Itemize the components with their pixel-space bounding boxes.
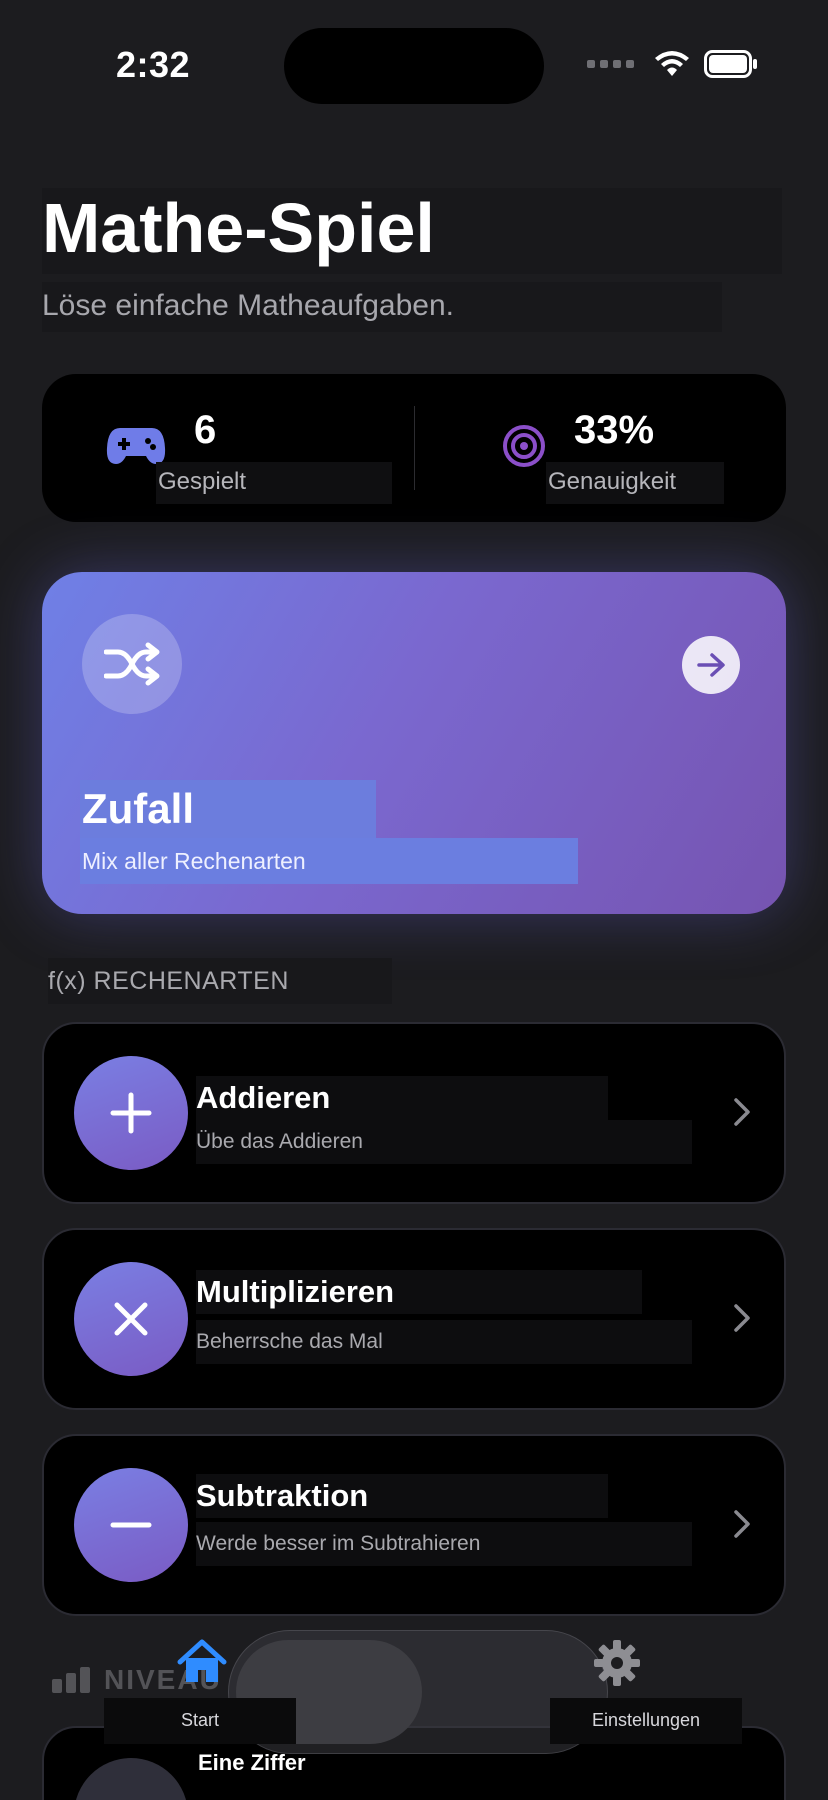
accuracy-value: 33%: [574, 408, 655, 452]
plus-icon: [110, 1092, 152, 1134]
operation-row-addition[interactable]: Addieren Übe das Addieren: [42, 1022, 786, 1204]
operation-title: Addieren: [196, 1076, 608, 1120]
chevron-right-icon: [734, 1510, 750, 1538]
operation-row-subtraction[interactable]: Subtraktion Werde besser im Subtrahieren: [42, 1434, 786, 1616]
operation-subtitle: Werde besser im Subtrahieren: [196, 1522, 692, 1566]
section-header-operations: f(x) RECHENARTEN: [48, 958, 392, 1004]
random-subtitle: Mix aller Rechenarten: [80, 838, 578, 884]
tab-start[interactable]: Start: [104, 1698, 296, 1744]
operation-title: Multiplizieren: [196, 1270, 642, 1314]
dynamic-island: [284, 28, 544, 104]
tab-settings[interactable]: Einstellungen: [550, 1698, 742, 1744]
gear-icon[interactable]: [592, 1638, 642, 1688]
accuracy-label: Genauigkeit: [546, 462, 724, 504]
random-mode-card[interactable]: Zufall Mix aller Rechenarten: [42, 572, 786, 914]
cellular-signal-icon: [587, 60, 634, 68]
minus-icon: [110, 1522, 152, 1528]
operation-badge: [74, 1468, 188, 1582]
shuffle-badge: [82, 614, 182, 714]
arrow-right-icon: [697, 653, 725, 677]
home-icon[interactable]: [176, 1638, 228, 1686]
chevron-right-icon: [734, 1098, 750, 1126]
status-icons: [587, 50, 758, 78]
target-icon: [503, 425, 545, 467]
operation-title: Subtraktion: [196, 1474, 608, 1518]
battery-icon: [704, 50, 757, 78]
stats-divider: [414, 406, 415, 490]
multiply-icon: [114, 1302, 148, 1336]
level-badge: [74, 1758, 188, 1800]
shuffle-icon: [104, 642, 160, 686]
gamepad-icon: [106, 428, 166, 464]
chevron-right-icon: [734, 1304, 750, 1332]
played-value: 6: [194, 408, 217, 452]
operation-badge: [74, 1056, 188, 1170]
status-time: 2:32: [116, 44, 191, 85]
random-title: Zufall: [80, 780, 376, 838]
played-label: Gespielt: [156, 462, 392, 504]
operation-subtitle: Übe das Addieren: [196, 1120, 692, 1164]
operation-row-multiplication[interactable]: Multiplizieren Beherrsche das Mal: [42, 1228, 786, 1410]
stats-card: 6 Gespielt 33% Genauigkeit: [42, 374, 786, 522]
page-title: Mathe-Spiel: [42, 188, 782, 274]
bar-chart-icon: [52, 1667, 90, 1693]
wifi-icon: [655, 51, 689, 76]
operation-subtitle: Beherrsche das Mal: [196, 1320, 692, 1364]
open-random-button[interactable]: [682, 636, 740, 694]
page-subtitle: Löse einfache Matheaufgaben.: [42, 282, 722, 332]
operation-badge: [74, 1262, 188, 1376]
